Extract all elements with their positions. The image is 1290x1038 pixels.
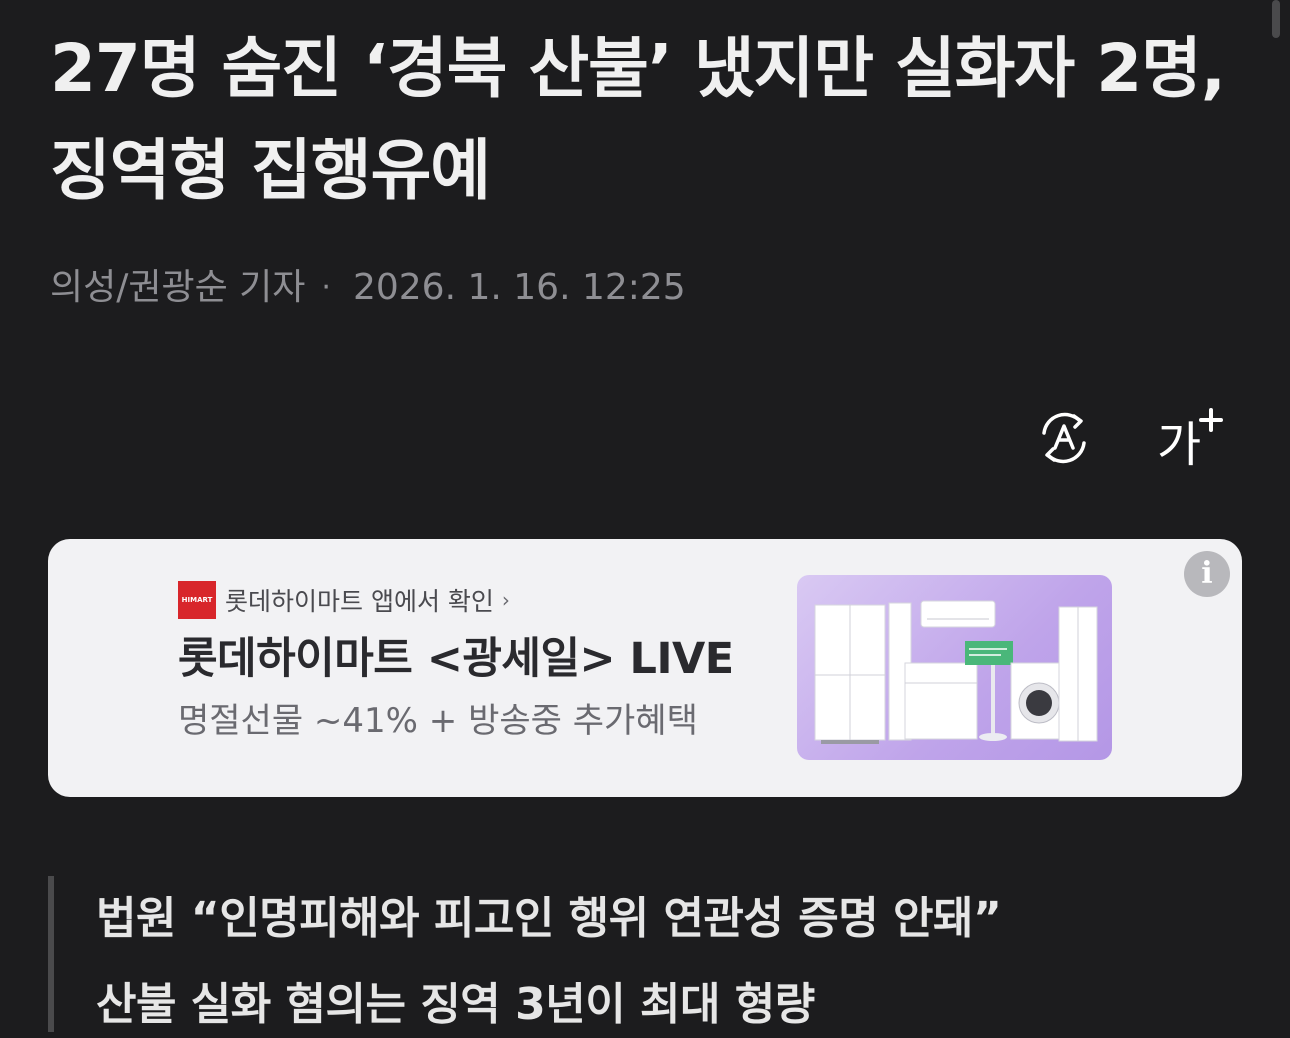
article-headline: 27명 숨진 ‘경북 산불’ 냈지만 실화자 2명, 징역형 집행유예	[50, 30, 1226, 209]
ad-product-image[interactable]	[797, 575, 1112, 760]
article-page: 27명 숨진 ‘경북 산불’ 냈지만 실화자 2명, 징역형 집행유예 의성/권…	[0, 0, 1290, 1038]
ad-brand-text: 롯데하이마트 앱에서 확인	[225, 587, 494, 616]
font-size-icon: 가	[1157, 408, 1223, 470]
auto-translate-icon	[1042, 412, 1086, 464]
scrollbar[interactable]	[1272, 0, 1280, 38]
ad-banner[interactable]: i HIMART 롯데하이마트 앱에서 확인 › 롯데하이마트 <광세일> LI…	[48, 539, 1242, 797]
svg-text:가: 가	[1157, 417, 1201, 470]
article-subheadings: 법원 “인명피해와 피고인 행위 연관성 증명 안돼” 산불 실화 혐의는 징역…	[48, 876, 1248, 1032]
translate-button[interactable]	[1026, 400, 1102, 476]
ad-title[interactable]: 롯데하이마트 <광세일> LIVE	[178, 631, 734, 687]
published-date: 2026. 1. 16. 12:25	[352, 267, 686, 308]
chevron-right-icon: ›	[501, 588, 510, 612]
ad-subtitle: 명절선물 ~41% + 방송중 추가혜택	[178, 701, 698, 741]
subheading-line-2: 산불 실화 혐의는 징역 3년이 최대 형량	[96, 979, 815, 1030]
font-size-button[interactable]: 가	[1152, 400, 1228, 476]
ad-brand-link[interactable]: HIMART 롯데하이마트 앱에서 확인 ›	[178, 581, 510, 619]
subheading-line-1: 법원 “인명피해와 피고인 행위 연관성 증명 안돼”	[96, 893, 1002, 944]
article-toolbar: 가	[1026, 400, 1228, 476]
byline: 의성/권광순 기자 · 2026. 1. 16. 12:25	[50, 266, 686, 310]
byline-separator: ·	[321, 270, 331, 305]
himart-logo: HIMART	[178, 581, 216, 619]
ad-info-icon[interactable]: i	[1184, 551, 1230, 597]
appliances-illustration	[814, 600, 1098, 744]
reporter-name: 의성/권광순 기자	[50, 267, 306, 308]
